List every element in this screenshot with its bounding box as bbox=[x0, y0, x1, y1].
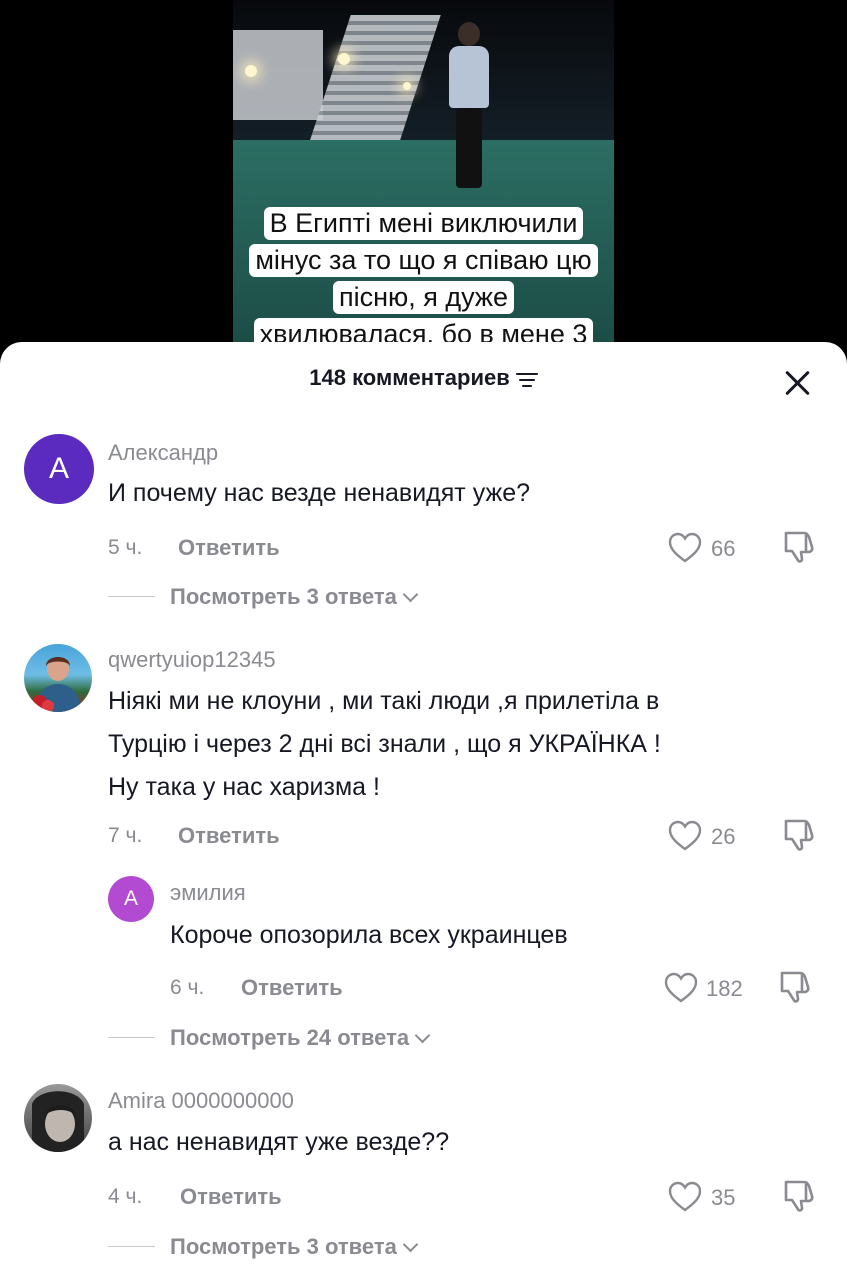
video-lamp bbox=[338, 53, 350, 65]
reply-text: Короче опозорила всех украинцев bbox=[170, 914, 568, 957]
thumbs-down-icon[interactable] bbox=[782, 818, 818, 852]
like-count: 35 bbox=[711, 1185, 736, 1210]
view-replies-label: Посмотреть 3 ответа bbox=[170, 1234, 397, 1259]
heart-icon[interactable] bbox=[668, 532, 702, 564]
comment-username[interactable]: Александр bbox=[108, 440, 218, 466]
avatar[interactable] bbox=[24, 644, 92, 712]
avatar-letter: A bbox=[123, 887, 138, 910]
comment-text: И почему нас везде ненавидят уже? bbox=[108, 472, 530, 515]
caption-line: В Египті мені виключили bbox=[263, 207, 584, 240]
video-player[interactable]: В Египті мені виключили мінус за то що я… bbox=[233, 0, 614, 360]
reply-button[interactable]: Ответить bbox=[241, 975, 343, 1001]
comment-username[interactable]: qwertyuiop12345 bbox=[108, 647, 276, 673]
reply-username[interactable]: эмилия bbox=[170, 880, 246, 906]
thumbs-down-icon[interactable] bbox=[782, 530, 818, 564]
avatar-letter: A bbox=[48, 452, 69, 485]
thumbs-down-icon[interactable] bbox=[778, 970, 814, 1004]
video-lamp bbox=[403, 82, 411, 90]
video-lamp bbox=[245, 65, 257, 77]
caption-line: мінус за то що я співаю цю bbox=[249, 244, 598, 277]
comments-sheet: 148 комментариев A Александр И почему на… bbox=[0, 342, 847, 1280]
comment-text: а нас ненавидят уже везде?? bbox=[108, 1121, 449, 1164]
comments-header: 148 комментариев bbox=[0, 365, 847, 391]
comment-time: 4 ч. bbox=[108, 1185, 143, 1208]
comment-text-line: Ну така у нас харизма ! bbox=[108, 773, 380, 801]
view-replies-label: Посмотреть 3 ответа bbox=[170, 584, 397, 609]
thumbs-down-icon[interactable] bbox=[782, 1179, 818, 1213]
chevron-down-icon bbox=[402, 586, 419, 603]
like-count: 182 bbox=[706, 976, 743, 1001]
reply-button[interactable]: Ответить bbox=[178, 535, 280, 561]
chevron-down-icon bbox=[414, 1027, 431, 1044]
view-replies-button[interactable]: Посмотреть 3 ответа bbox=[170, 1234, 419, 1260]
comment-username[interactable]: Amira 0000000000 bbox=[108, 1088, 294, 1114]
heart-icon[interactable] bbox=[664, 972, 698, 1004]
view-replies-button[interactable]: Посмотреть 24 ответа bbox=[170, 1025, 431, 1051]
like-count: 66 bbox=[711, 536, 736, 561]
close-icon[interactable] bbox=[780, 366, 814, 400]
comment-time: 5 ч. bbox=[108, 536, 143, 559]
view-replies-divider bbox=[108, 596, 155, 597]
reply-text-line: Короче опозорила всех украинцев bbox=[170, 921, 568, 949]
comment-text-line: Ніякі ми не клоуни , ми такі люди ,я при… bbox=[108, 687, 660, 715]
comment-text: Ніякі ми не клоуни , ми такі люди ,я при… bbox=[108, 680, 661, 809]
girl-portrait bbox=[32, 1091, 84, 1152]
view-replies-divider bbox=[108, 1037, 155, 1038]
chevron-down-icon bbox=[402, 1236, 419, 1253]
caption-line: пісню, я дуже bbox=[332, 281, 515, 314]
heart-icon[interactable] bbox=[668, 1181, 702, 1213]
video-caption: В Египті мені виключили мінус за то що я… bbox=[233, 205, 614, 353]
comment-text-line: И почему нас везде ненавидят уже? bbox=[108, 479, 531, 507]
heart-icon[interactable] bbox=[668, 820, 702, 852]
avatar[interactable]: A bbox=[24, 434, 94, 504]
reply-time: 6 ч. bbox=[170, 976, 205, 999]
comments-count-title: 148 комментариев bbox=[309, 365, 510, 390]
video-person bbox=[446, 22, 490, 192]
comment-text-line: Турцію і через 2 дні всі знали , що я УК… bbox=[108, 730, 661, 758]
view-replies-button[interactable]: Посмотреть 3 ответа bbox=[170, 584, 419, 610]
comment-time: 7 ч. bbox=[108, 824, 143, 847]
like-count: 26 bbox=[711, 824, 736, 849]
avatar[interactable]: A bbox=[108, 876, 154, 922]
woman-portrait bbox=[33, 657, 82, 712]
comment-text-line: а нас ненавидят уже везде?? bbox=[108, 1128, 450, 1156]
view-replies-divider bbox=[108, 1246, 155, 1247]
avatar[interactable] bbox=[24, 1084, 92, 1152]
reply-button[interactable]: Ответить bbox=[180, 1184, 282, 1210]
view-replies-label: Посмотреть 24 ответа bbox=[170, 1025, 410, 1050]
sort-icon[interactable] bbox=[515, 371, 538, 388]
reply-button[interactable]: Ответить bbox=[178, 823, 280, 849]
